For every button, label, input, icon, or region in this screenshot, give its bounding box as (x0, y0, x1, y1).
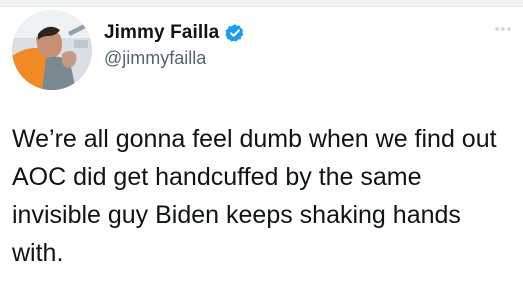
display-name[interactable]: Jimmy Failla (104, 22, 219, 44)
user-handle[interactable]: @jimmyfailla (104, 48, 245, 69)
avatar[interactable] (12, 10, 92, 90)
avatar-photo-icon (12, 10, 92, 90)
name-row: Jimmy Failla (104, 20, 245, 46)
author-block: Jimmy Failla @jimmyfailla (104, 20, 245, 69)
verified-badge-icon (225, 23, 245, 43)
top-divider (0, 0, 523, 7)
tweet-text: We’re all gonna feel dumb when we find o… (12, 125, 497, 267)
tweet-card: Jimmy Failla @jimmyfailla We’re all gonn… (0, 0, 523, 302)
more-options-icon[interactable] (493, 22, 513, 34)
